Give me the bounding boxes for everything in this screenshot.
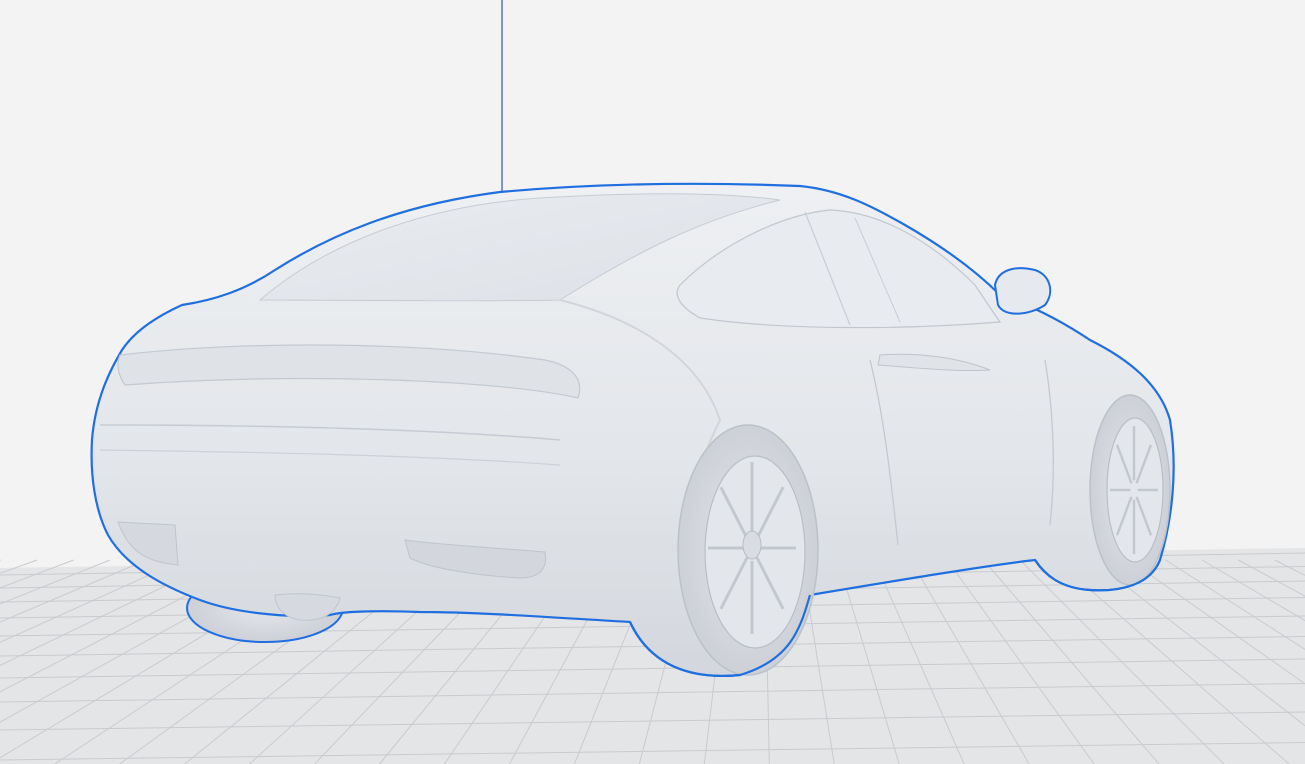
front-right-wheel xyxy=(1089,394,1171,586)
rear-right-wheel xyxy=(677,424,819,676)
3d-viewport[interactable] xyxy=(0,0,1305,764)
scene-canvas[interactable] xyxy=(0,0,1305,764)
side-mirror xyxy=(993,267,1052,315)
